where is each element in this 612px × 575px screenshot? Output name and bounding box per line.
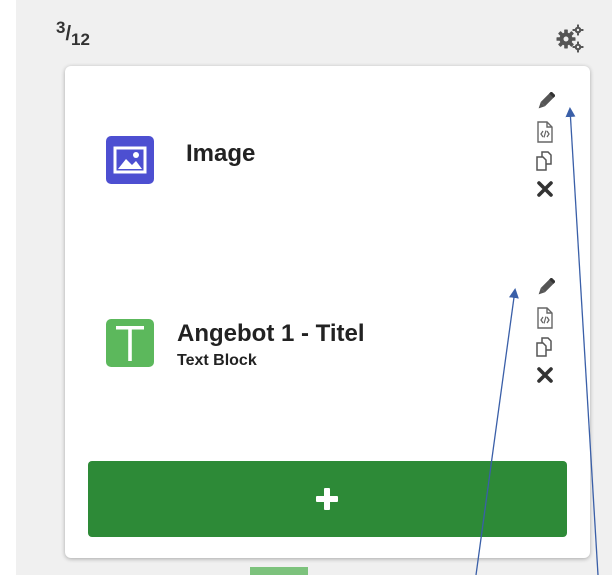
gears-icon[interactable]	[555, 23, 585, 53]
delete-icon[interactable]	[531, 177, 559, 201]
text-icon	[106, 319, 154, 367]
code-file-icon[interactable]	[531, 119, 559, 143]
edit-icon[interactable]	[531, 90, 559, 114]
image-icon	[106, 136, 154, 184]
next-block-peek	[250, 567, 308, 575]
add-block-button[interactable]	[88, 461, 567, 537]
block-title: Image	[186, 140, 256, 167]
content-block-text[interactable]: Angebot 1 - Titel Text Block	[65, 256, 590, 451]
edit-icon[interactable]	[531, 276, 559, 300]
column-size-denominator: 12	[71, 30, 90, 49]
code-file-icon[interactable]	[531, 305, 559, 329]
delete-icon[interactable]	[531, 363, 559, 387]
column-size-numerator: 3	[56, 18, 66, 37]
block-title: Angebot 1 - Titel	[177, 320, 365, 347]
page-builder-column-view: 3/12 Image Angebot 1 - Titel Text Block	[0, 0, 612, 575]
content-block-image[interactable]: Image	[65, 66, 590, 256]
copy-icon[interactable]	[531, 334, 559, 358]
column-size-indicator: 3/12	[56, 19, 90, 48]
plus-icon	[315, 487, 339, 516]
copy-icon[interactable]	[531, 148, 559, 172]
column-card: Image Angebot 1 - Titel Text Block	[65, 66, 590, 558]
block-type-label: Text Block	[177, 352, 257, 369]
block-actions	[531, 276, 559, 392]
block-actions	[531, 90, 559, 206]
